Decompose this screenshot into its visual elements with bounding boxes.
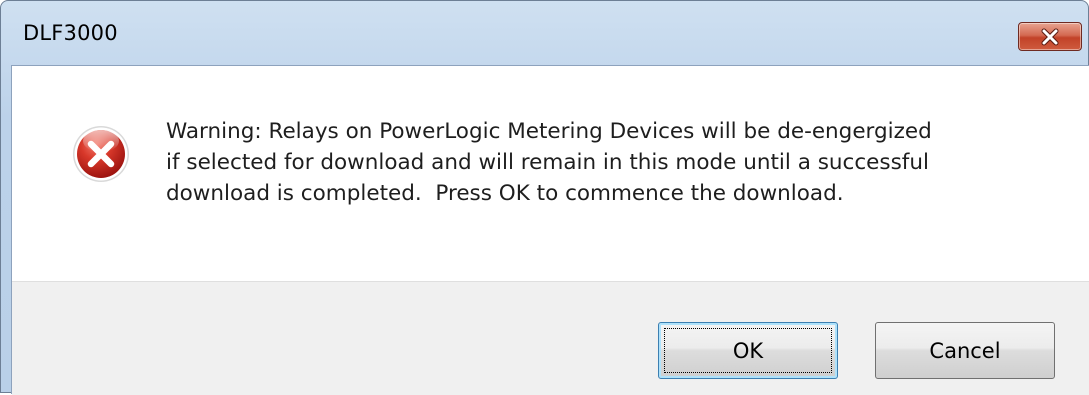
ok-button-label: OK: [732, 338, 764, 363]
button-bar: OK Cancel: [12, 281, 1089, 395]
ok-button[interactable]: OK: [658, 322, 838, 379]
dialog-body: Warning: Relays on PowerLogic Metering D…: [11, 65, 1089, 395]
dialog-window: DLF3000 Warning: Relays on PowerLogic Me…: [0, 0, 1089, 395]
cancel-button[interactable]: Cancel: [875, 322, 1055, 379]
error-icon: [73, 126, 129, 182]
window-title: DLF3000: [23, 21, 118, 45]
cancel-button-inner: Cancel: [876, 323, 1054, 378]
message-area: Warning: Relays on PowerLogic Metering D…: [12, 66, 1089, 281]
focus-ring: OK: [664, 328, 832, 373]
close-button[interactable]: [1018, 22, 1082, 51]
close-icon: [1041, 28, 1059, 45]
warning-message: Warning: Relays on PowerLogic Metering D…: [166, 119, 932, 206]
cancel-button-label: Cancel: [929, 338, 1001, 363]
title-bar[interactable]: DLF3000: [1, 1, 1088, 65]
